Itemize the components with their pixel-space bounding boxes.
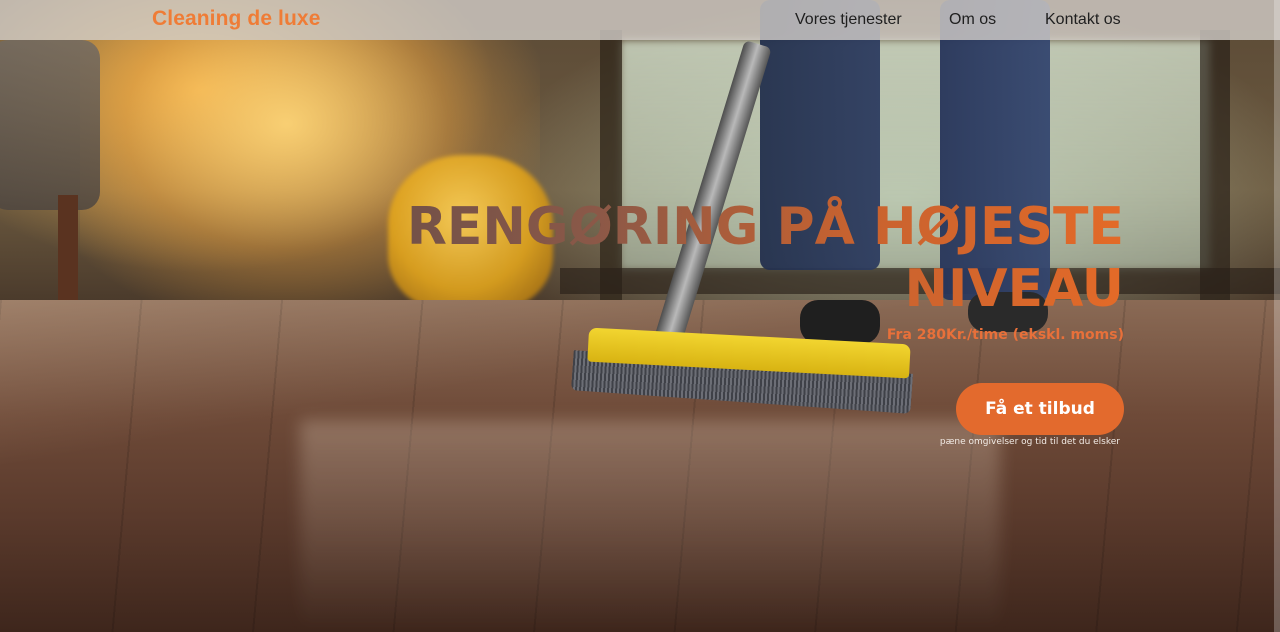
hero-title: RENGØRING PÅ HØJESTE NIVEAU [360,196,1124,320]
hero-tagline: pæne omgivelser og tid til det du elsker [939,437,1120,447]
nav-link-contact[interactable]: Kontakt os [1045,11,1121,29]
sofa [0,40,100,210]
hero-price: Fra 280Kr./time (ekskl. moms) [886,327,1124,343]
top-navbar: Cleaning de luxe Vores tjenester Om os K… [0,0,1280,40]
page: Cleaning de luxe Vores tjenester Om os K… [0,0,1280,632]
nav-link-services[interactable]: Vores tjenester [795,11,902,29]
brand-logo-link[interactable]: Cleaning de luxe [152,7,320,31]
sofa-leg [58,195,78,315]
floor-reflection [300,420,1000,632]
get-quote-button[interactable]: Få et tilbud [956,383,1124,435]
scrollbar[interactable] [1274,0,1280,632]
nav-link-about[interactable]: Om os [949,11,996,29]
